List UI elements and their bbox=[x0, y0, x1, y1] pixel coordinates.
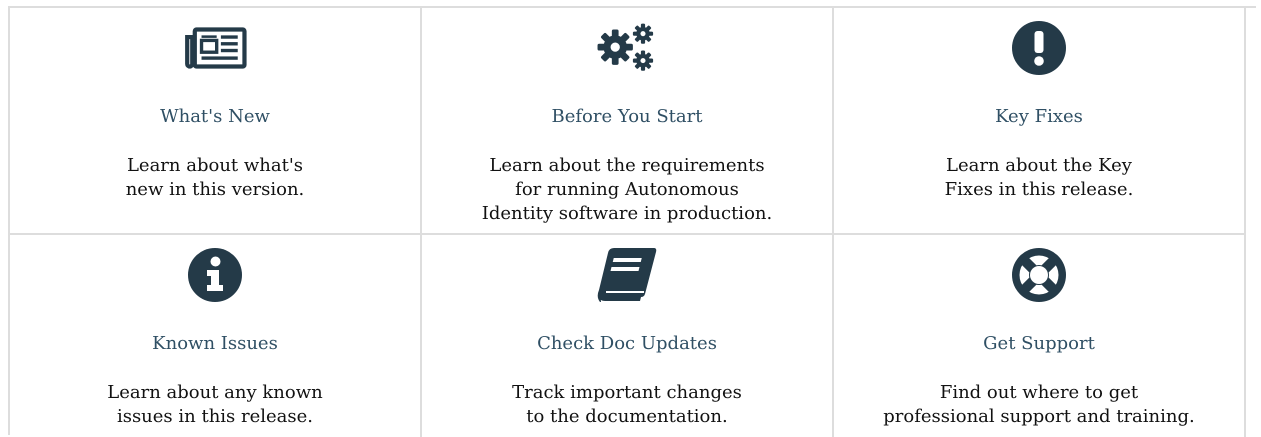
exclamation-circle-icon bbox=[1007, 16, 1071, 80]
card-description: Find out where to get professional suppo… bbox=[883, 382, 1195, 427]
card-get-support: Get Support Find out where to get profes… bbox=[834, 235, 1246, 437]
card-title-link[interactable]: Known Issues bbox=[152, 333, 278, 355]
info-circle-icon bbox=[183, 243, 247, 307]
book-icon bbox=[595, 243, 659, 307]
card-description: Learn about the Key Fixes in this releas… bbox=[944, 155, 1134, 200]
card-description: Learn about the requirements for running… bbox=[481, 155, 773, 224]
card-title-link[interactable]: Get Support bbox=[983, 333, 1095, 355]
card-key-fixes: Key Fixes Learn about the Key Fixes in t… bbox=[834, 8, 1246, 235]
card-title-link[interactable]: What's New bbox=[160, 106, 270, 128]
card-before-you-start: Before You Start Learn about the require… bbox=[422, 8, 834, 235]
card-description: Learn about any known issues in this rel… bbox=[107, 382, 323, 427]
card-whats-new: What's New Learn about what's new in thi… bbox=[10, 8, 422, 235]
card-title-link[interactable]: Check Doc Updates bbox=[537, 333, 717, 355]
card-check-doc-updates: Check Doc Updates Track important change… bbox=[422, 235, 834, 437]
card-title-link[interactable]: Before You Start bbox=[552, 106, 703, 128]
card-description: Track important changes to the documenta… bbox=[512, 382, 742, 427]
life-ring-icon bbox=[1007, 243, 1071, 307]
card-description: Learn about what's new in this version. bbox=[125, 155, 305, 200]
card-known-issues: Known Issues Learn about any known issue… bbox=[10, 235, 422, 437]
card-title-link[interactable]: Key Fixes bbox=[995, 106, 1083, 128]
gears-icon bbox=[595, 16, 659, 80]
release-notes-card-grid: What's New Learn about what's new in thi… bbox=[8, 6, 1256, 437]
newspaper-icon bbox=[183, 16, 247, 80]
